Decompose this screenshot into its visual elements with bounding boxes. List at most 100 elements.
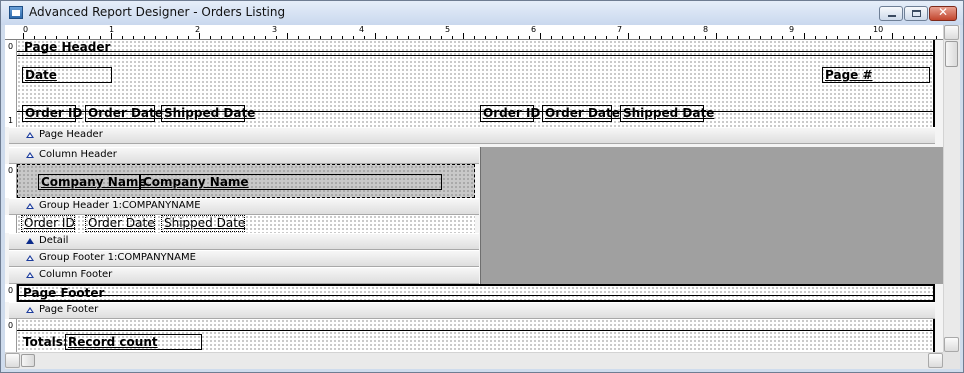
ruler-label-5: 5 xyxy=(445,25,451,34)
design-canvas[interactable]: 0 1 2 3 4 5 6 7 8 9 10 0 1 Page Header D… xyxy=(5,25,943,352)
collapse-up-icon[interactable] xyxy=(26,152,34,158)
report-designer-window: Advanced Report Designer - Orders Listin… xyxy=(0,0,964,373)
ruler-tick xyxy=(815,36,816,39)
col-header-order-id[interactable]: Order ID xyxy=(22,105,82,122)
ruler-tick xyxy=(540,33,541,39)
group-header-band-bar[interactable]: Group Header 1:COMPANYNAME xyxy=(9,198,479,215)
ruler-tick xyxy=(573,36,574,39)
ruler-tick xyxy=(650,36,651,39)
ruler-tick xyxy=(155,36,156,39)
ruler-tick xyxy=(782,36,783,39)
vertical-scroll-thumb[interactable] xyxy=(945,41,958,67)
ruler-tick xyxy=(144,36,145,39)
maximize-button[interactable] xyxy=(904,6,928,21)
col-header-shipped-date-right[interactable]: Shipped Date xyxy=(620,105,714,122)
vruler-label-gh-0: 0 xyxy=(8,166,14,175)
col-header-order-date-right[interactable]: Order Date xyxy=(542,105,620,122)
vertical-ruler-group-header: 0 xyxy=(5,164,17,198)
band-label-group-header: Group Header 1:COMPANYNAME xyxy=(39,200,201,211)
ruler-tick xyxy=(287,33,288,39)
page-header-title[interactable]: Page Header xyxy=(22,40,112,55)
ruler-tick xyxy=(848,36,849,39)
column-header-band-bar[interactable]: Column Header xyxy=(9,147,479,164)
vertical-scrollbar[interactable] xyxy=(943,25,960,352)
col-header-order-id-right[interactable]: Order ID xyxy=(480,105,540,122)
page-footer-band-bar[interactable]: Page Footer xyxy=(9,302,935,319)
page-number-field[interactable]: Page # xyxy=(822,67,930,83)
ruler-tick xyxy=(903,36,904,39)
ruler-label-4: 4 xyxy=(359,25,365,34)
band-label-page-footer: Page Footer xyxy=(39,304,99,315)
report-footer-right-edge xyxy=(933,319,935,352)
detail-order-id[interactable]: Order ID xyxy=(21,215,75,232)
scroll-up-button[interactable] xyxy=(944,25,959,40)
ruler-tick xyxy=(243,36,244,39)
ruler-label-9: 9 xyxy=(789,25,795,34)
collapse-up-icon[interactable] xyxy=(26,203,34,209)
report-footer-rule xyxy=(17,330,935,331)
ruler-tick xyxy=(210,36,211,39)
ruler-tick xyxy=(89,36,90,39)
date-field[interactable]: Date xyxy=(22,67,112,83)
band-label-column-footer: Column Footer xyxy=(39,269,113,280)
ruler-tick xyxy=(606,36,607,39)
ruler-tick xyxy=(837,36,838,39)
ruler-tick xyxy=(749,36,750,39)
scrollbar-corner xyxy=(943,352,960,369)
detail-order-date[interactable]: Order Date xyxy=(85,215,155,232)
ruler-tick xyxy=(56,36,57,39)
ruler-tick xyxy=(584,36,585,39)
close-icon: ✕ xyxy=(937,5,949,19)
title-bar[interactable]: Advanced Report Designer - Orders Listin… xyxy=(1,1,963,25)
ruler-tick xyxy=(232,36,233,39)
minimize-button[interactable] xyxy=(879,6,903,21)
detail-shipped-date[interactable]: Shipped Date xyxy=(161,215,245,232)
close-button[interactable]: ✕ xyxy=(929,5,957,21)
ruler-tick xyxy=(397,36,398,39)
ruler-tick xyxy=(408,36,409,39)
detail-band-bar[interactable]: Detail xyxy=(9,233,479,250)
collapse-up-icon[interactable] xyxy=(26,272,34,278)
scroll-down-button[interactable] xyxy=(944,337,959,352)
collapse-up-icon[interactable] xyxy=(26,132,34,138)
page-header-band-bar[interactable]: Page Header xyxy=(9,127,935,144)
col-header-shipped-date[interactable]: Shipped Date xyxy=(161,105,255,122)
company-name-field[interactable]: Company Name xyxy=(140,174,442,190)
scroll-left-button[interactable] xyxy=(5,353,20,368)
band-label-group-footer: Group Footer 1:COMPANYNAME xyxy=(39,252,196,263)
ruler-tick xyxy=(100,36,101,39)
horizontal-scroll-thumb[interactable] xyxy=(21,354,35,367)
ruler-tick xyxy=(683,36,684,39)
ruler-tick xyxy=(452,36,453,39)
ruler-tick xyxy=(936,36,937,39)
ruler-tick xyxy=(133,36,134,39)
maximize-icon xyxy=(912,10,921,17)
collapse-up-icon[interactable] xyxy=(26,255,34,261)
totals-label[interactable]: Totals: xyxy=(21,335,70,350)
page-footer-title[interactable]: Page Footer xyxy=(21,286,106,301)
ruler-tick xyxy=(518,36,519,39)
scroll-right-button[interactable] xyxy=(928,353,943,368)
ruler-tick xyxy=(276,36,277,39)
collapse-up-icon[interactable] xyxy=(26,238,34,244)
ruler-tick xyxy=(628,33,629,39)
page-header-right-edge xyxy=(933,40,935,127)
page-footer-band-surface[interactable] xyxy=(17,284,935,302)
app-icon xyxy=(9,6,23,19)
ruler-label-3: 3 xyxy=(272,25,278,34)
ruler-tick xyxy=(881,36,882,39)
collapse-up-icon[interactable] xyxy=(26,307,34,313)
band-label-page-header: Page Header xyxy=(39,129,103,140)
company-name-label[interactable]: Company Name xyxy=(38,174,147,190)
window-title: Advanced Report Designer - Orders Listin… xyxy=(29,5,286,19)
horizontal-scrollbar[interactable] xyxy=(5,352,943,369)
col-header-order-date[interactable]: Order Date xyxy=(85,105,163,122)
vruler-label-0: 0 xyxy=(8,42,14,51)
group-footer-band-bar[interactable]: Group Footer 1:COMPANYNAME xyxy=(9,250,479,267)
ruler-tick xyxy=(342,36,343,39)
ruler-tick xyxy=(496,36,497,39)
column-footer-band-bar[interactable]: Column Footer xyxy=(9,267,479,284)
ruler-tick xyxy=(221,36,222,39)
record-count-field[interactable]: Record count xyxy=(65,334,202,350)
ruler-tick xyxy=(639,36,640,39)
